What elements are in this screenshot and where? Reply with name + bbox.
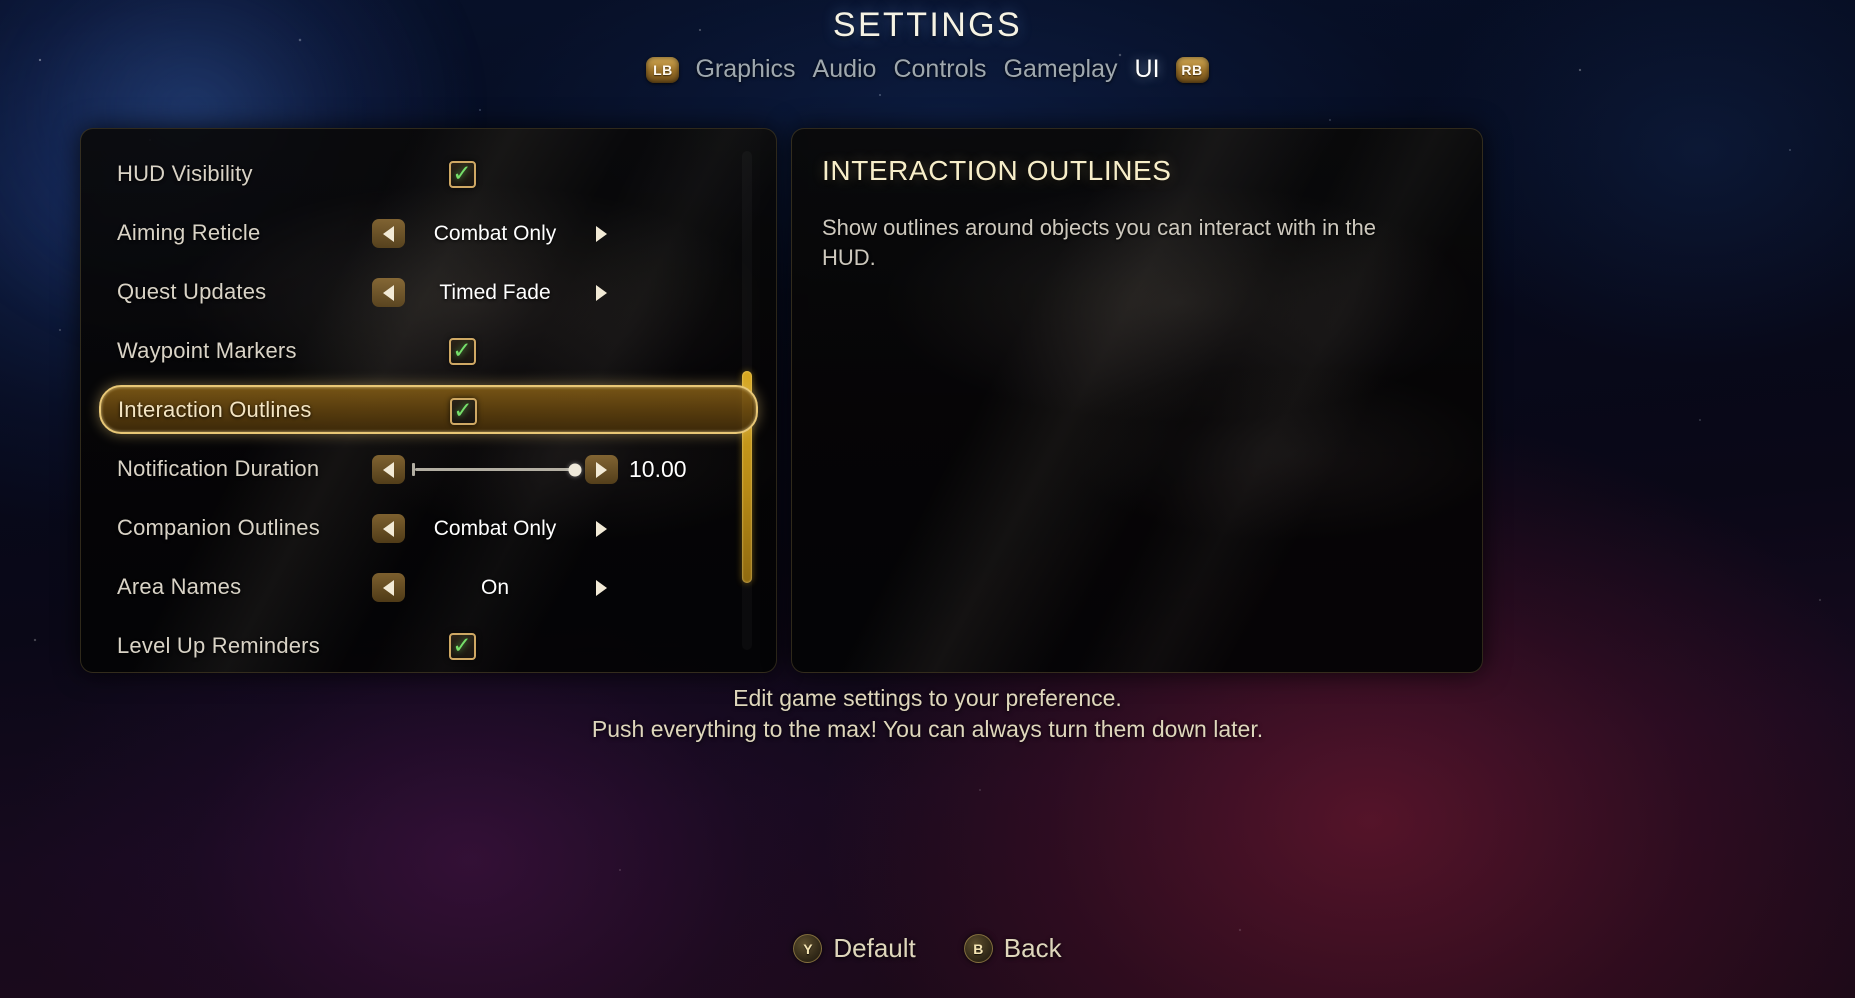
setting-row-control: ✓	[372, 622, 552, 671]
option-value: On	[480, 575, 509, 599]
option-next-arrow-icon[interactable]	[585, 278, 618, 307]
setting-row-label: HUD Visibility	[117, 160, 253, 186]
setting-row-control: ✓	[372, 150, 552, 199]
setting-checkbox[interactable]: ✓	[449, 397, 477, 425]
setting-row-control: Timed Fade	[372, 268, 618, 317]
setting-row[interactable]: Waypoint Markers ✓	[99, 326, 758, 375]
checkmark-icon: ✓	[452, 337, 472, 363]
gamepad-y-icon: Y	[793, 934, 823, 963]
setting-row-label: Interaction Outlines	[118, 396, 312, 422]
description-title: INTERACTION OUTLINES	[822, 155, 1172, 186]
setting-row[interactable]: Notification Duration 10.00	[99, 444, 758, 493]
default-button[interactable]: Y Default	[793, 933, 916, 964]
setting-row-label: Quest Updates	[117, 278, 267, 304]
setting-row[interactable]: Aiming Reticle Combat Only	[99, 208, 758, 257]
setting-row-label: Companion Outlines	[117, 514, 320, 540]
settings-list-panel: HUD Visibility ✓ Aiming Reticle Combat Only…	[80, 128, 777, 673]
checkmark-icon: ✓	[452, 632, 472, 658]
tab-graphics[interactable]: Graphics	[694, 55, 796, 84]
option-previous-arrow-icon[interactable]	[372, 278, 405, 307]
setting-row[interactable]: Interaction Outlines ✓	[99, 385, 758, 434]
settings-list: HUD Visibility ✓ Aiming Reticle Combat Only…	[81, 129, 776, 672]
setting-row-label: Level Up Reminders	[117, 632, 320, 658]
shoulder-button-lb-icon[interactable]: LB	[646, 56, 680, 83]
setting-row-control: On	[372, 563, 618, 612]
page-title: SETTINGS	[832, 6, 1023, 44]
setting-checkbox[interactable]: ✓	[448, 632, 476, 660]
setting-row[interactable]: HUD Visibility ✓	[99, 149, 758, 198]
footer-hints: Edit game settings to your preference. P…	[0, 683, 1855, 744]
gamepad-b-icon: B	[963, 934, 993, 963]
tab-ui[interactable]: UI	[1134, 55, 1161, 84]
slider-value: 10.00	[629, 456, 687, 482]
option-value: Combat Only	[433, 221, 557, 245]
option-previous-arrow-icon[interactable]	[372, 514, 405, 543]
option-value: Timed Fade	[439, 280, 551, 304]
setting-row-control: Combat Only	[372, 504, 618, 553]
checkbox-wrap: ✓	[372, 338, 552, 365]
setting-row-control: Combat Only	[372, 209, 618, 258]
option-value: Combat Only	[433, 516, 557, 540]
option-previous-arrow-icon[interactable]	[372, 573, 405, 602]
checkbox-wrap: ✓	[372, 161, 552, 188]
setting-checkbox[interactable]: ✓	[448, 160, 476, 188]
setting-checkbox[interactable]: ✓	[448, 337, 476, 365]
tab-controls[interactable]: Controls	[892, 55, 987, 84]
header: SETTINGS LB Graphics Audio Controls Game…	[0, 0, 1855, 84]
checkbox-wrap: ✓	[372, 633, 552, 660]
description-content: INTERACTION OUTLINES Show outlines aroun…	[792, 129, 1482, 300]
description-body: Show outlines around objects you can int…	[822, 215, 1376, 271]
option-next-arrow-icon[interactable]	[585, 219, 618, 248]
setting-row[interactable]: Level Up Reminders ✓	[99, 621, 758, 670]
setting-row-label: Area Names	[117, 573, 242, 599]
slider-increase-arrow-icon[interactable]	[585, 455, 618, 484]
default-button-label: Default	[833, 933, 916, 963]
button-prompt-bar: Y Default B Back	[0, 933, 1855, 964]
back-button[interactable]: B Back	[963, 933, 1062, 964]
setting-row-label: Aiming Reticle	[117, 219, 261, 245]
description-panel: INTERACTION OUTLINES Show outlines aroun…	[791, 128, 1483, 673]
checkbox-wrap: ✓	[373, 398, 553, 425]
back-button-label: Back	[1003, 933, 1062, 963]
settings-screen: SETTINGS LB Graphics Audio Controls Game…	[0, 0, 1855, 998]
slider-wrap	[405, 463, 585, 476]
slider-track[interactable]	[412, 463, 582, 476]
tab-bar: LB Graphics Audio Controls Gameplay UI R…	[0, 55, 1855, 84]
setting-row-control: ✓	[373, 387, 553, 436]
setting-row-label: Notification Duration	[117, 455, 320, 481]
shoulder-button-rb-icon[interactable]: RB	[1175, 56, 1209, 83]
setting-row-control: 10.00	[372, 445, 687, 494]
hint-line-1: Edit game settings to your preference.	[733, 685, 1122, 711]
tab-audio[interactable]: Audio	[812, 55, 878, 84]
checkmark-icon: ✓	[452, 160, 472, 186]
option-next-arrow-icon[interactable]	[585, 514, 618, 543]
setting-row[interactable]: Companion Outlines Combat Only	[99, 503, 758, 552]
checkmark-icon: ✓	[453, 397, 473, 423]
hint-line-2: Push everything to the max! You can alwa…	[591, 715, 1264, 742]
slider-knob[interactable]	[568, 463, 582, 476]
setting-row[interactable]: Area Names On	[99, 562, 758, 611]
option-previous-arrow-icon[interactable]	[372, 219, 405, 248]
option-next-arrow-icon[interactable]	[585, 573, 618, 602]
slider-decrease-arrow-icon[interactable]	[372, 455, 405, 484]
setting-row-label: Waypoint Markers	[117, 337, 297, 363]
tab-gameplay[interactable]: Gameplay	[1003, 55, 1119, 84]
setting-row-control: ✓	[372, 327, 552, 376]
setting-row[interactable]: Quest Updates Timed Fade	[99, 267, 758, 316]
